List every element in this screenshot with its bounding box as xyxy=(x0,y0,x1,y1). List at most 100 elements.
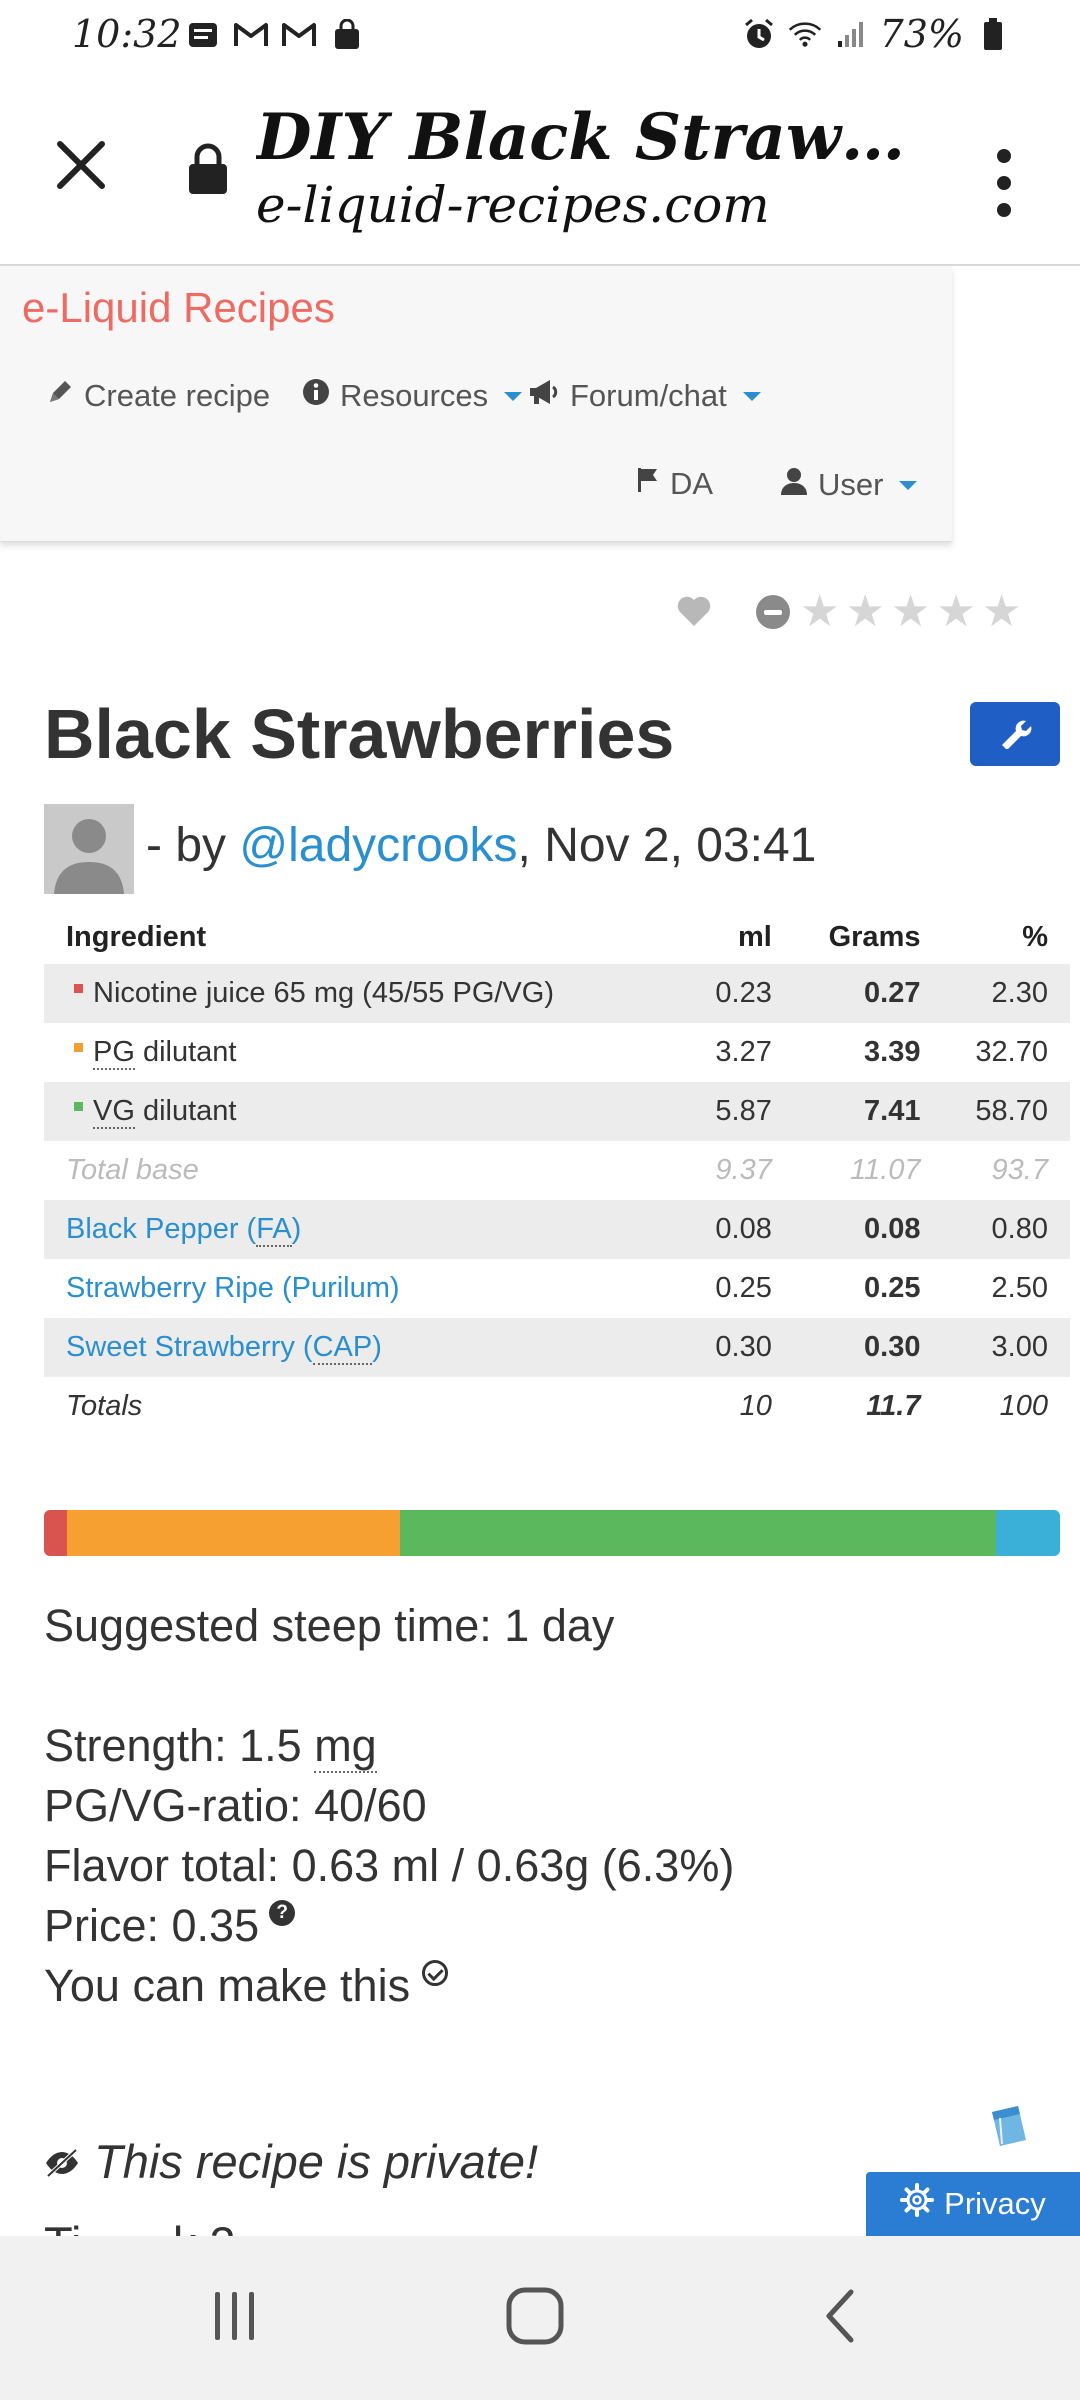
col-grams: Grams xyxy=(828,920,921,953)
chevron-down-icon xyxy=(742,391,761,401)
gmail-icon xyxy=(234,18,268,52)
ingredient-cell: Black Pepper (FA) xyxy=(44,1200,684,1259)
recent-apps-icon[interactable] xyxy=(190,2276,280,2356)
site-nav: e-Liquid Recipes Create recipe Resources… xyxy=(0,266,952,542)
recipe-byline: - by @ladycrooks, Nov 2, 03:41 xyxy=(146,818,816,873)
nav-resources[interactable]: Resources xyxy=(302,378,523,414)
flavor-link[interactable]: Strawberry Ripe (Purilum) xyxy=(66,1272,400,1304)
ingredient-cell: Strawberry Ripe (Purilum) xyxy=(44,1259,684,1318)
heart-icon[interactable] xyxy=(676,594,712,630)
nav-create-label: Create recipe xyxy=(84,378,271,413)
table-row: Nicotine juice 65 mg (45/55 PG/VG) 0.23 … xyxy=(44,964,1070,1023)
strength: Strength: 1.5 mg xyxy=(44,1720,377,1773)
grams-cell: 11.07 xyxy=(850,1154,921,1186)
wifi-icon xyxy=(788,17,822,51)
ml-cell: 0.08 xyxy=(684,1200,794,1259)
star-icon[interactable]: ★ xyxy=(891,590,930,634)
grams-cell: 0.25 xyxy=(864,1272,921,1304)
table-header-row: Ingredient ml Grams % xyxy=(44,910,1070,964)
help-icon[interactable]: ? xyxy=(269,1900,296,1926)
pct-cell: 93.7 xyxy=(991,1154,1048,1186)
ml-cell: 5.87 xyxy=(684,1082,794,1141)
ml-cell: 9.37 xyxy=(715,1154,772,1186)
notebook-icon[interactable] xyxy=(984,2100,1032,2148)
composition-segment-pg xyxy=(67,1510,400,1556)
ml-cell: 0.23 xyxy=(684,964,794,1023)
author-link[interactable]: @ladycrooks xyxy=(239,819,517,872)
nav-forum[interactable]: Forum/chat xyxy=(528,378,761,414)
byline-prefix: - by xyxy=(146,819,240,872)
ingredient-cell: Nicotine juice 65 mg (45/55 PG/VG) xyxy=(44,964,684,1023)
pct-cell: 2.50 xyxy=(991,1272,1048,1304)
system-icons: 73% xyxy=(742,12,1010,56)
flavor-link[interactable]: Black Pepper (FA) xyxy=(66,1213,301,1247)
composition-segment-flavor xyxy=(995,1510,1060,1556)
star-icon[interactable]: ★ xyxy=(845,590,884,634)
tab-url: e-liquid-recipes.com xyxy=(256,176,770,234)
ml-cell: 0.30 xyxy=(684,1318,794,1377)
table-row-totals: Totals 10 11.7 100 xyxy=(44,1377,1070,1436)
nav-resources-label: Resources xyxy=(340,378,489,413)
flavor-paren: ) xyxy=(291,1213,302,1245)
flag-icon xyxy=(636,466,660,502)
signal-icon xyxy=(834,17,868,51)
can-make-text: You can make this xyxy=(44,1960,411,2011)
info-icon xyxy=(302,378,330,414)
flavor-paren: ) xyxy=(372,1331,382,1363)
pct-cell: 32.70 xyxy=(975,1036,1048,1068)
flavor-total: Flavor total: 0.63 ml / 0.63g (6.3%) xyxy=(44,1840,735,1891)
more-vert-icon[interactable] xyxy=(984,138,1024,228)
color-swatch xyxy=(74,1042,83,1052)
abbr-fa: FA xyxy=(256,1213,292,1247)
edit-tools-button[interactable] xyxy=(970,702,1060,766)
home-icon[interactable] xyxy=(490,2276,580,2356)
price-text: Price: 0.35 xyxy=(44,1900,260,1951)
battery-percent: 73% xyxy=(879,12,964,56)
user-icon xyxy=(780,466,808,504)
privacy-button[interactable]: Privacy xyxy=(866,2172,1080,2236)
color-swatch xyxy=(74,1101,83,1111)
strength-text: Strength: 1.5 xyxy=(44,1720,315,1771)
abbr-pg: PG xyxy=(93,1036,135,1070)
pct-cell: 58.70 xyxy=(942,1082,1070,1141)
lock-icon xyxy=(186,142,230,196)
star-icon[interactable]: ★ xyxy=(982,590,1021,634)
ingredient-cell: PG dilutant xyxy=(44,1023,684,1082)
composition-segment-nicotine xyxy=(44,1510,68,1556)
composition-segment-vg xyxy=(399,1510,996,1556)
ml-cell: 10 xyxy=(739,1390,772,1422)
col-pct: % xyxy=(1022,920,1048,953)
table-row: VG dilutant 5.87 7.41 58.70 xyxy=(44,1082,1070,1141)
grams-cell: 7.41 xyxy=(793,1082,943,1141)
flavor-link[interactable]: Sweet Strawberry (CAP) xyxy=(66,1331,382,1365)
totals-label: Totals xyxy=(66,1390,143,1422)
composition-bar xyxy=(44,1510,1060,1556)
grams-cell: 0.08 xyxy=(793,1200,943,1259)
avatar[interactable] xyxy=(44,804,134,894)
star-icon[interactable]: ★ xyxy=(800,590,839,634)
pg-vg-ratio: PG/VG-ratio: 40/60 xyxy=(44,1780,427,1831)
grams-cell: 0.30 xyxy=(793,1318,943,1377)
star-icon[interactable]: ★ xyxy=(936,590,975,634)
table-row: Black Pepper (FA) 0.08 0.08 0.80 xyxy=(44,1200,1070,1259)
nav-create-recipe[interactable]: Create recipe xyxy=(46,378,270,414)
megaphone-icon xyxy=(528,378,560,414)
table-row-total-base: Total base 9.37 11.07 93.7 xyxy=(44,1141,1070,1200)
pct-cell: 0.80 xyxy=(942,1200,1070,1259)
private-note: This recipe is private! xyxy=(44,2134,538,2189)
gear-icon xyxy=(900,2183,935,2225)
nav-da[interactable]: DA xyxy=(636,466,713,502)
price: Price: 0.35? xyxy=(44,1900,296,1952)
alarm-icon xyxy=(742,17,776,51)
close-icon[interactable] xyxy=(48,132,114,198)
back-icon[interactable] xyxy=(796,2276,886,2356)
table-row: Strawberry Ripe (Purilum) 0.25 0.25 2.50 xyxy=(44,1259,1070,1318)
clear-rating-icon[interactable] xyxy=(756,595,790,629)
private-note-text: This recipe is private! xyxy=(94,2135,539,2188)
chevron-down-icon xyxy=(504,391,523,401)
gmail-icon xyxy=(282,18,316,52)
pct-cell: 3.00 xyxy=(942,1318,1070,1377)
pct-cell: 100 xyxy=(999,1390,1048,1422)
nav-user[interactable]: User xyxy=(780,466,918,504)
site-brand[interactable]: e-Liquid Recipes xyxy=(22,284,335,332)
